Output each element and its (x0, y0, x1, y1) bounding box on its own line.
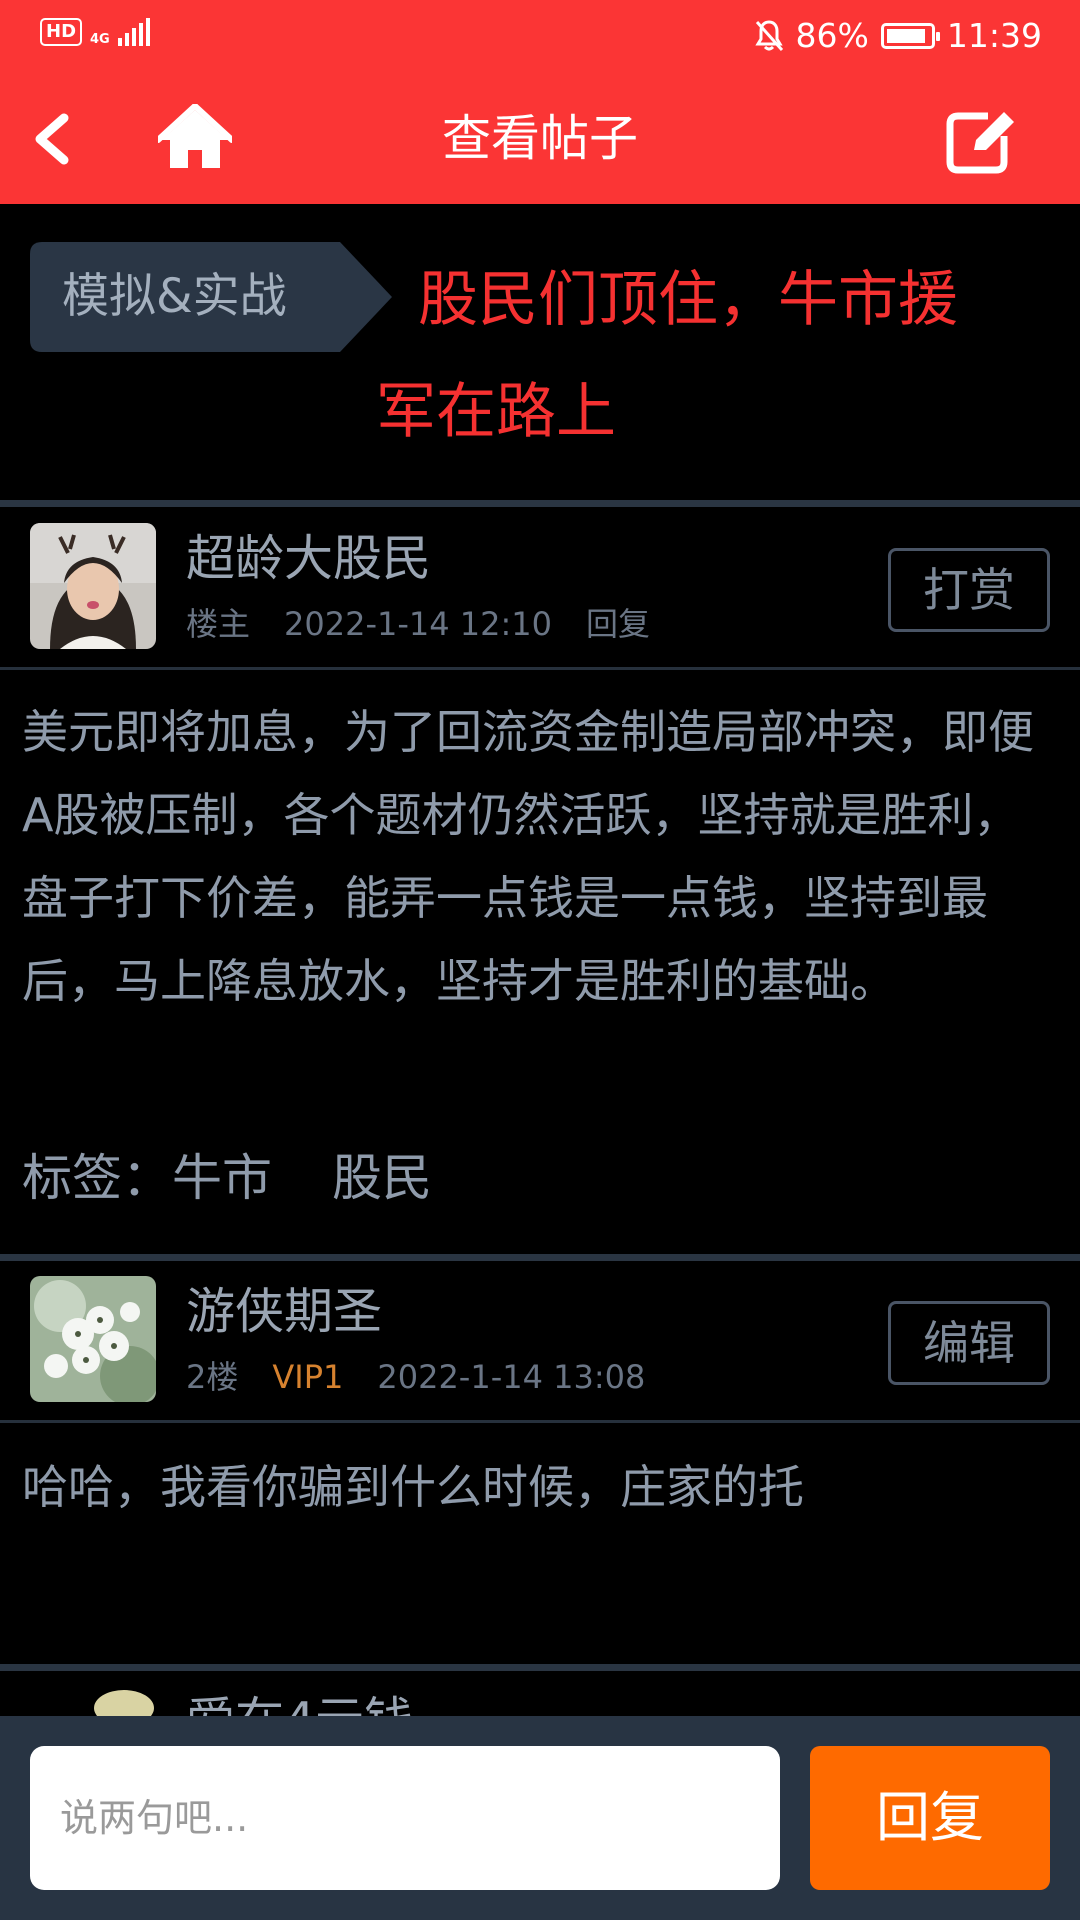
hd-badge: HD (40, 18, 83, 46)
reply-bar: 回复 (0, 1716, 1080, 1920)
compose-button[interactable] (944, 104, 1018, 174)
tags-label: 标签： (22, 1149, 172, 1207)
post-content: 美元即将加息，为了回流资金制造局部冲突，即便A股被压制，各个题材仍然活跃，坚持就… (22, 705, 1034, 1008)
post-time: 2022-1-14 12:10 (284, 605, 553, 643)
avatar[interactable] (30, 1276, 156, 1402)
divider (0, 667, 1080, 670)
user-photo (30, 523, 156, 649)
divider (0, 1664, 1080, 1671)
avatar[interactable] (30, 523, 156, 649)
status-left: HD 4G (40, 16, 150, 46)
signal-icon (117, 16, 150, 46)
app-header: 查看帖子 (0, 74, 1080, 204)
divider (0, 1254, 1080, 1261)
post-time: 2022-1-14 13:08 (377, 1358, 646, 1396)
post-meta: 楼主 2022-1-14 12:10 回复 (186, 602, 684, 646)
reply-link[interactable]: 回复 (586, 605, 650, 643)
battery-percent: 86% (795, 16, 869, 55)
post-title-block: 模拟&实战 股民们顶住，牛市援 军在路上 (0, 204, 1080, 500)
post-title: 股民们顶住，牛市援 军在路上 (376, 244, 1080, 468)
user-photo (30, 1688, 156, 1716)
post-title-line2: 军在路上 (376, 377, 616, 447)
floor-label: 2楼 (186, 1358, 239, 1396)
post-content: 哈哈，我看你骗到什么时候，庄家的托 (22, 1460, 804, 1514)
username[interactable]: 超龄大股民 (186, 524, 431, 594)
divider (0, 1420, 1080, 1423)
status-bar: HD 4G 86% 11:39 (0, 0, 1080, 74)
divider (0, 500, 1080, 507)
category-label: 模拟&实战 (62, 269, 287, 324)
category-chip[interactable]: 模拟&实战 (30, 242, 392, 352)
reply-button[interactable]: 回复 (810, 1746, 1050, 1890)
page-title: 查看帖子 (441, 110, 638, 167)
edit-icon (946, 112, 1014, 174)
battery-icon (880, 23, 940, 49)
post-meta: 2楼 VIP1 2022-1-14 13:08 (186, 1355, 679, 1399)
reward-button[interactable]: 打赏 (888, 548, 1050, 632)
tag-link[interactable]: 牛市 (172, 1149, 272, 1207)
avatar[interactable] (30, 1688, 156, 1716)
tag-link[interactable]: 股民 (332, 1149, 432, 1207)
user-photo (30, 1276, 156, 1402)
username[interactable]: 游侠期圣 (186, 1277, 382, 1347)
network-type: 4G (90, 32, 110, 47)
reply-input[interactable] (30, 1746, 780, 1890)
bell-off-icon (754, 20, 783, 51)
status-right: 86% 11:39 (754, 12, 1042, 60)
edit-button[interactable]: 编辑 (888, 1301, 1050, 1385)
tags-row: 标签：牛市 股民 (22, 1143, 432, 1213)
floor-label: 楼主 (186, 605, 251, 643)
vip-badge: VIP1 (272, 1358, 344, 1396)
clock: 11:39 (946, 16, 1042, 55)
post-title-line1: 股民们顶住，牛市援 (418, 265, 958, 335)
